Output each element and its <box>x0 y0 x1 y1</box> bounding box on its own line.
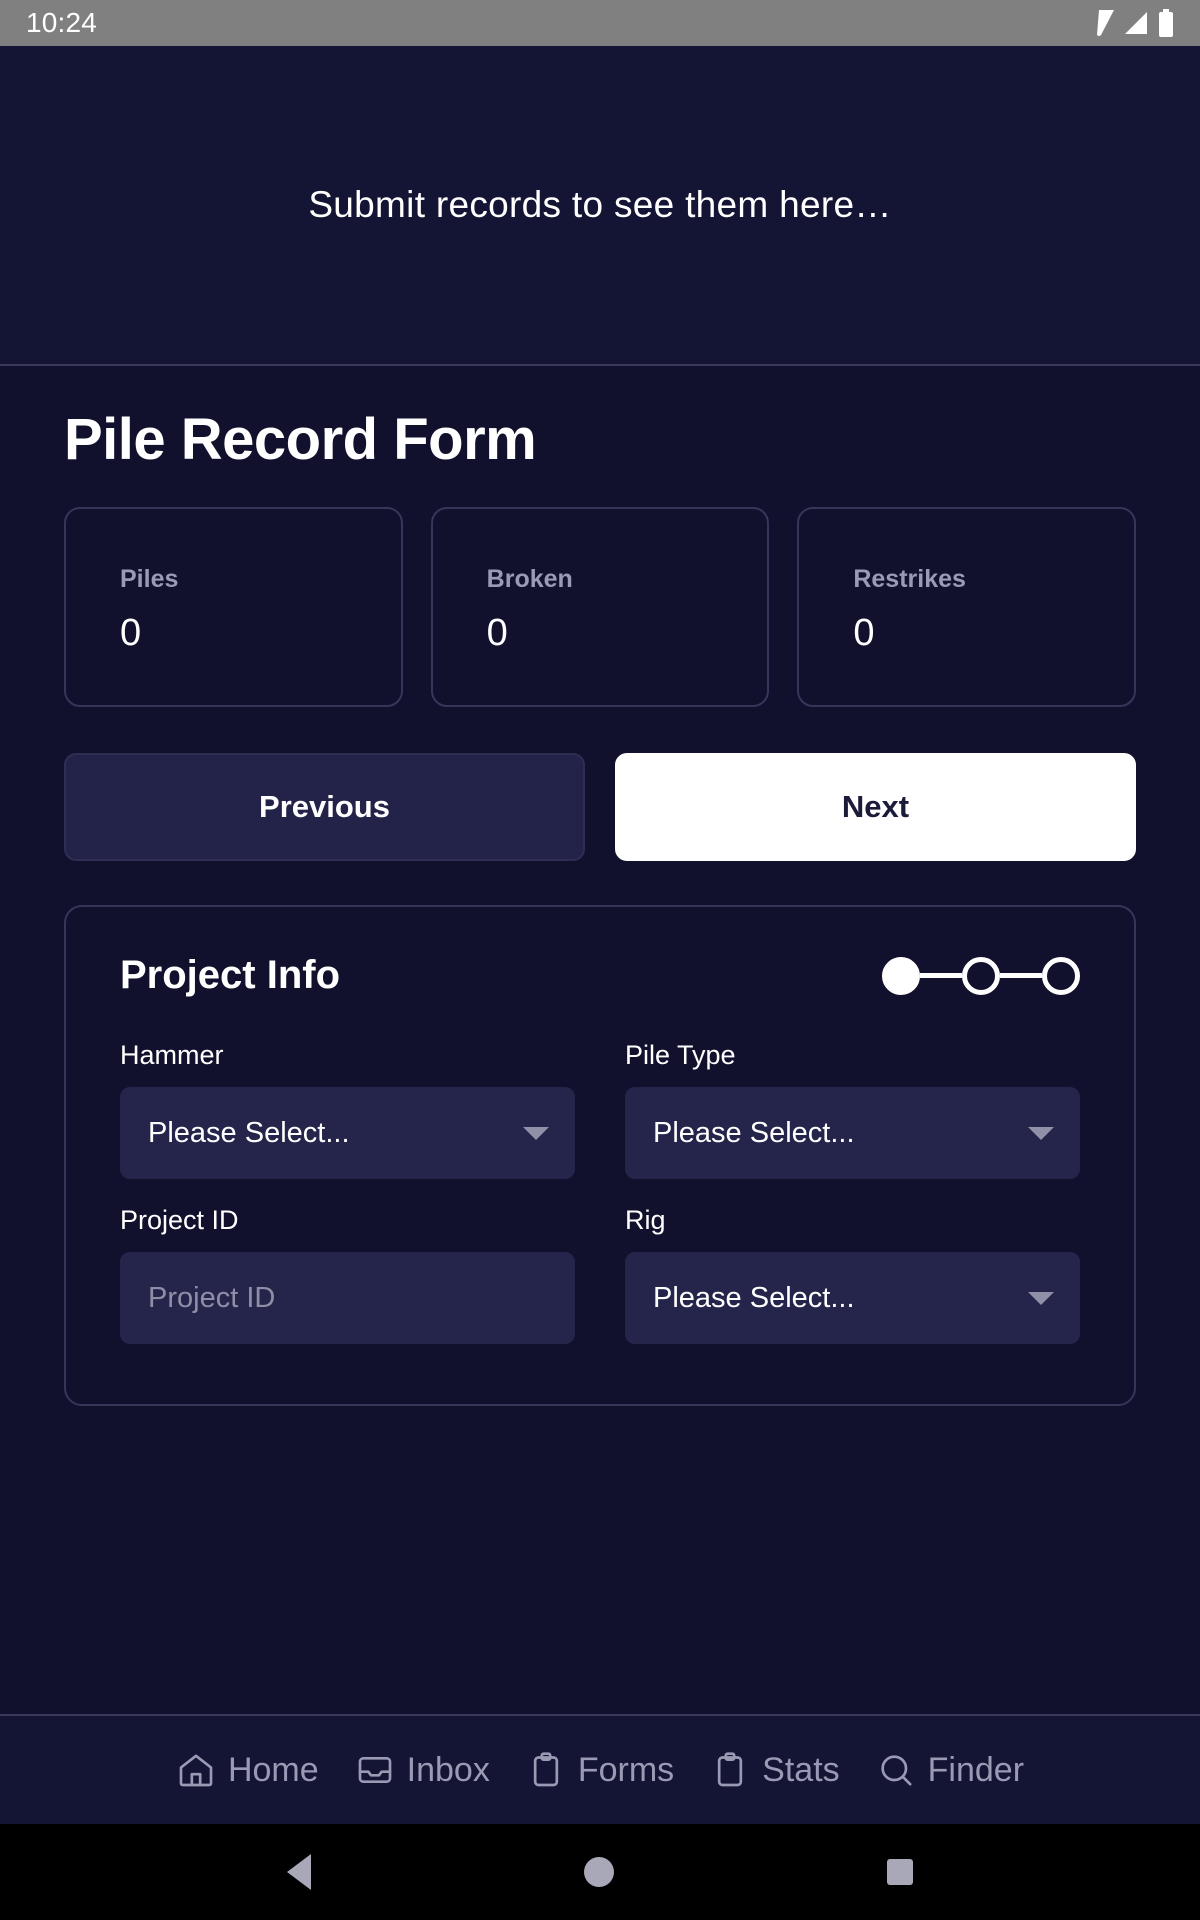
wifi-icon <box>1084 10 1114 36</box>
nav-item-label: Forms <box>577 1750 675 1789</box>
field-label: Hammer <box>120 1040 224 1070</box>
chevron-down-icon <box>1028 1291 1054 1305</box>
search-icon <box>876 1750 916 1790</box>
pile-type-select[interactable]: Please Select... <box>625 1087 1080 1179</box>
status-bar-icons <box>1084 9 1174 37</box>
stat-label: Piles <box>120 565 179 593</box>
rig-select[interactable]: Please Select... <box>625 1252 1080 1344</box>
stat-card-piles: Piles 0 <box>64 507 403 707</box>
field-rig: Rig Please Select... <box>625 1205 1080 1344</box>
form-step-indicator <box>882 956 1080 995</box>
page-title: Pile Record Form <box>64 407 537 472</box>
stat-card-restrikes: Restrikes 0 <box>797 507 1137 707</box>
nav-item-home[interactable]: Home <box>176 1750 319 1790</box>
pile-type-select-value: Please Select... <box>653 1116 855 1149</box>
home-circle-icon[interactable] <box>583 1857 614 1887</box>
next-button[interactable]: Next <box>615 753 1136 861</box>
records-list-pane: Submit records to see them here… <box>0 46 1200 366</box>
step-connector-1 <box>920 973 962 978</box>
clipboard-icon <box>526 1750 566 1790</box>
home-icon <box>176 1750 216 1790</box>
stat-label: Restrikes <box>853 565 966 593</box>
project-info-fields: Hammer Please Select... Pile Type Please… <box>120 1040 1080 1344</box>
app-screen: 10:24 Submit records to see them here… P… <box>0 0 1200 1920</box>
inbox-icon <box>355 1750 395 1790</box>
field-label: Pile Type <box>625 1040 736 1070</box>
previous-button[interactable]: Previous <box>64 753 585 861</box>
recents-square-icon[interactable] <box>887 1859 914 1885</box>
nav-item-inbox[interactable]: Inbox <box>355 1750 490 1790</box>
step-dot-1[interactable] <box>882 956 920 995</box>
stat-label: Broken <box>486 565 573 593</box>
clipboard-icon <box>710 1750 750 1790</box>
chevron-down-icon <box>1028 1126 1054 1140</box>
status-bar-clock: 10:24 <box>26 7 98 38</box>
field-pile-type: Pile Type Please Select... <box>625 1040 1080 1179</box>
app-bottom-navigation: Home Inbox Forms Stats Finder <box>0 1714 1200 1824</box>
project-id-input-wrapper[interactable]: Project ID <box>120 1252 575 1344</box>
step-dot-2[interactable] <box>962 956 1000 995</box>
records-empty-message: Submit records to see them here… <box>308 184 892 225</box>
nav-item-stats[interactable]: Stats <box>710 1750 840 1790</box>
field-label: Project ID <box>120 1205 239 1235</box>
nav-item-label: Finder <box>927 1750 1025 1789</box>
rig-select-value: Please Select... <box>653 1281 855 1314</box>
nav-item-finder[interactable]: Finder <box>876 1750 1024 1790</box>
project-info-header: Project Info <box>120 953 1080 998</box>
step-dot-3[interactable] <box>1042 956 1080 995</box>
hammer-select-value: Please Select... <box>148 1116 350 1149</box>
field-hammer: Hammer Please Select... <box>120 1040 575 1179</box>
stat-card-broken: Broken 0 <box>430 507 770 707</box>
stat-value: 0 <box>486 612 508 654</box>
nav-item-forms[interactable]: Forms <box>526 1750 674 1790</box>
project-info-card: Project Info Hammer Please Select... Pil… <box>64 905 1136 1406</box>
android-system-navigation <box>0 1824 1200 1920</box>
chevron-down-icon <box>523 1126 549 1140</box>
back-triangle-icon[interactable] <box>286 1854 311 1890</box>
stat-value: 0 <box>853 612 875 654</box>
field-project-id: Project ID Project ID <box>120 1205 575 1344</box>
form-navigation-buttons: Previous Next <box>64 753 1136 861</box>
project-id-input-placeholder: Project ID <box>148 1281 276 1314</box>
hammer-select[interactable]: Please Select... <box>120 1087 575 1179</box>
cellular-signal-icon <box>1123 10 1149 36</box>
nav-item-label: Inbox <box>406 1750 490 1789</box>
nav-item-label: Home <box>227 1750 319 1789</box>
stats-row: Piles 0 Broken 0 Restrikes 0 <box>64 507 1137 707</box>
android-status-bar: 10:24 <box>0 0 1200 46</box>
step-connector-2 <box>1000 973 1042 978</box>
field-label: Rig <box>625 1205 666 1235</box>
section-title: Project Info <box>120 953 341 997</box>
stat-value: 0 <box>120 612 142 654</box>
form-pane: Pile Record Form Piles 0 Broken 0 Restri… <box>0 366 1200 1714</box>
battery-icon <box>1158 9 1174 37</box>
nav-item-label: Stats <box>762 1750 840 1789</box>
